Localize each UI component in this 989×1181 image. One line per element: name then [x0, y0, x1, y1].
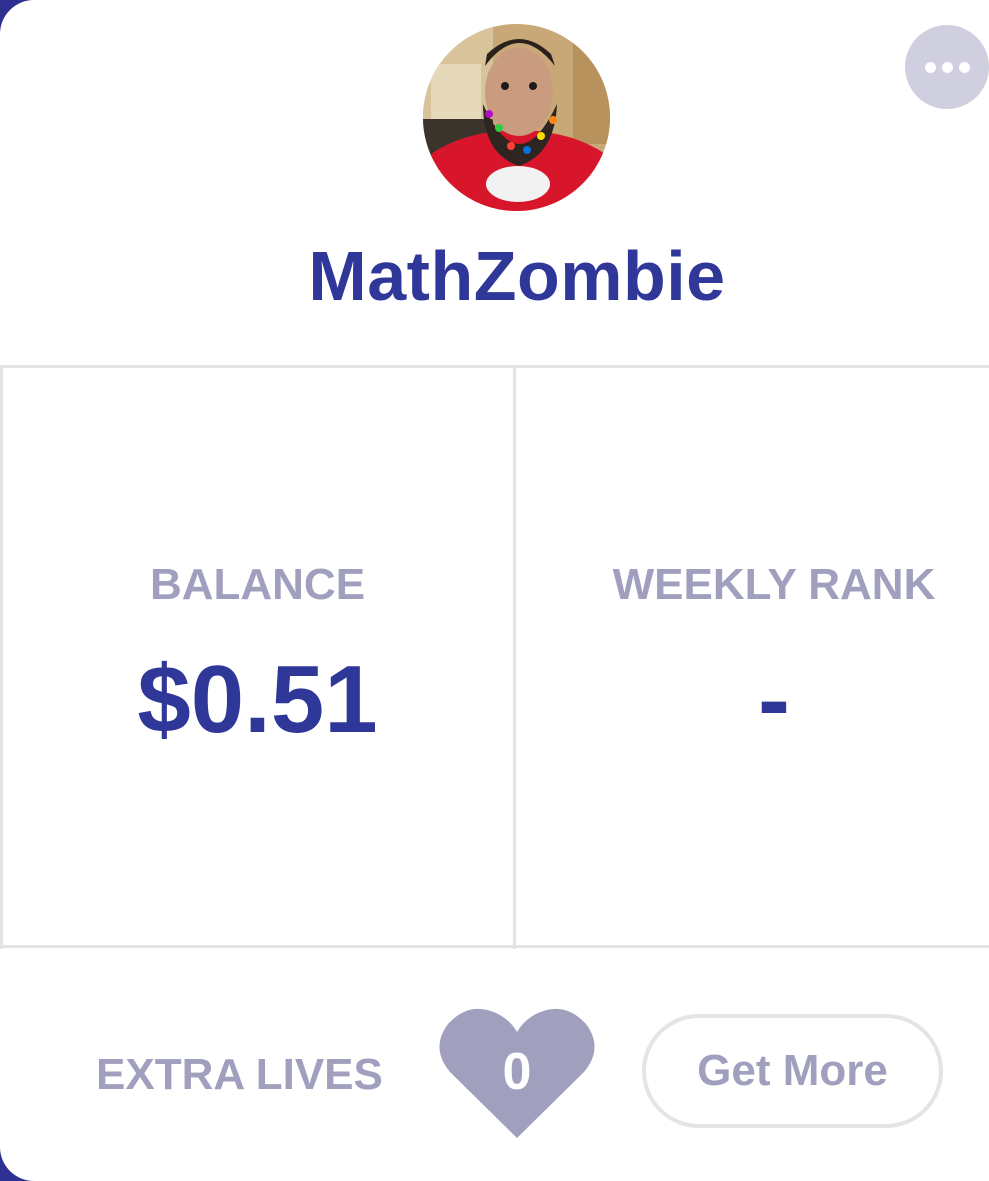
weekly-rank-label: WEEKLY RANK	[612, 560, 936, 609]
weekly-rank-value: -	[758, 646, 790, 753]
username: MathZombie	[308, 237, 726, 315]
avatar-photo-illustration	[423, 24, 610, 211]
more-horizontal-icon	[924, 61, 936, 73]
more-options-button[interactable]	[905, 25, 989, 109]
divider	[0, 365, 989, 368]
balance-value: $0.51	[137, 646, 378, 753]
more-horizontal-icon	[958, 61, 970, 73]
balance-label: BALANCE	[149, 560, 366, 609]
profile-card: MathZombie BALANCE $0.51 WEEKLY RANK - E…	[0, 0, 989, 1181]
extra-lives-badge: 0	[438, 1008, 596, 1140]
user-avatar[interactable]	[423, 24, 610, 211]
divider	[0, 945, 989, 948]
get-more-button[interactable]: Get More	[642, 1014, 943, 1128]
extra-lives-label: EXTRA LIVES	[96, 1050, 383, 1099]
more-horizontal-icon	[941, 61, 953, 73]
extra-lives-count: 0	[502, 1043, 532, 1101]
